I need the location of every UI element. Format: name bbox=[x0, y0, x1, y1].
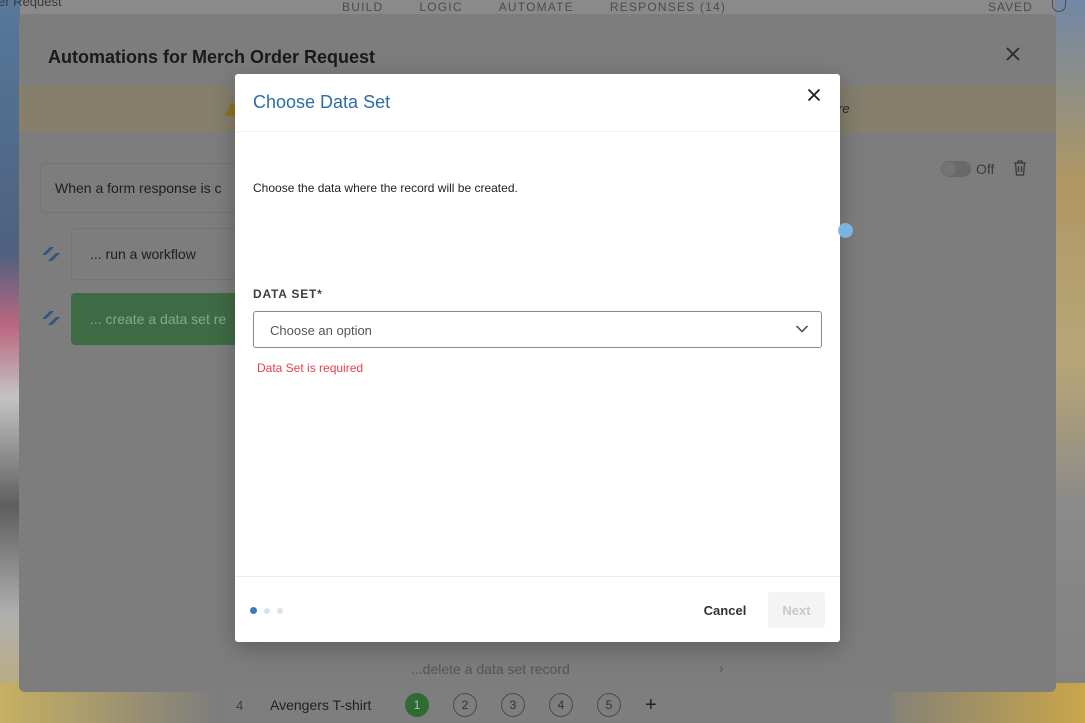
add-step-button[interactable]: + bbox=[645, 695, 657, 715]
cancel-button[interactable]: Cancel bbox=[693, 600, 757, 620]
row-product-name: Avengers T-shirt bbox=[270, 697, 372, 713]
progress-dot-active bbox=[250, 607, 257, 614]
background-artwork-right bbox=[1055, 0, 1085, 723]
tab-build[interactable]: BUILD bbox=[342, 0, 383, 14]
saved-status: SAVED bbox=[988, 0, 1033, 14]
next-button[interactable]: Next bbox=[768, 592, 825, 628]
tab-automate[interactable]: AUTOMATE bbox=[499, 0, 574, 14]
action-option-delete-record[interactable]: ...delete a data set record bbox=[411, 661, 570, 677]
close-icon[interactable] bbox=[806, 87, 822, 103]
tab-logic[interactable]: LOGIC bbox=[419, 0, 462, 14]
action-label: ... create a data set re bbox=[90, 311, 227, 327]
dialog-title: Choose Data Set bbox=[253, 92, 391, 112]
automations-title: Automations for Merch Order Request bbox=[48, 47, 376, 67]
divider bbox=[235, 576, 840, 577]
step-indicator[interactable]: 2 bbox=[453, 693, 477, 717]
chevron-right-icon: › bbox=[719, 660, 724, 676]
workflow-icon bbox=[42, 311, 60, 325]
action-label: ... run a workflow bbox=[90, 246, 196, 262]
progress-dot bbox=[277, 607, 283, 614]
workflow-icon bbox=[42, 247, 60, 261]
data-set-label: DATA SET* bbox=[253, 287, 323, 301]
dialog-description: Choose the data where the record will be… bbox=[253, 181, 518, 195]
close-icon[interactable] bbox=[1004, 45, 1022, 63]
chevron-down-icon bbox=[795, 325, 809, 333]
validation-error: Data Set is required bbox=[257, 361, 364, 375]
tab-responses[interactable]: RESPONSES (14) bbox=[610, 0, 726, 14]
data-set-select[interactable]: Choose an option bbox=[253, 311, 822, 348]
step-progress-dots bbox=[250, 607, 283, 614]
step-indicator[interactable]: 5 bbox=[597, 693, 621, 717]
row-number: 4 bbox=[236, 698, 244, 713]
step-indicator[interactable]: 3 bbox=[501, 693, 525, 717]
form-builder-tabs: BUILD LOGIC AUTOMATE RESPONSES (14) bbox=[342, 0, 762, 14]
automation-toggle[interactable] bbox=[941, 161, 971, 177]
trash-icon[interactable] bbox=[1013, 160, 1027, 176]
select-placeholder: Choose an option bbox=[270, 323, 372, 338]
form-title-fragment: er Request bbox=[0, 0, 62, 9]
background-artwork-left bbox=[0, 0, 20, 723]
divider bbox=[235, 131, 840, 132]
step-indicator[interactable]: 1 bbox=[405, 693, 429, 717]
step-indicator[interactable]: 4 bbox=[549, 693, 573, 717]
progress-dot bbox=[264, 607, 270, 614]
row-step-indicators: 1 2 3 4 5 + bbox=[405, 693, 657, 717]
toggle-label: Off bbox=[976, 161, 995, 177]
trigger-text: When a form response is c bbox=[55, 180, 222, 196]
choose-data-set-dialog: Choose Data Set Choose the data where th… bbox=[235, 74, 840, 642]
cursor-indicator bbox=[838, 223, 853, 238]
